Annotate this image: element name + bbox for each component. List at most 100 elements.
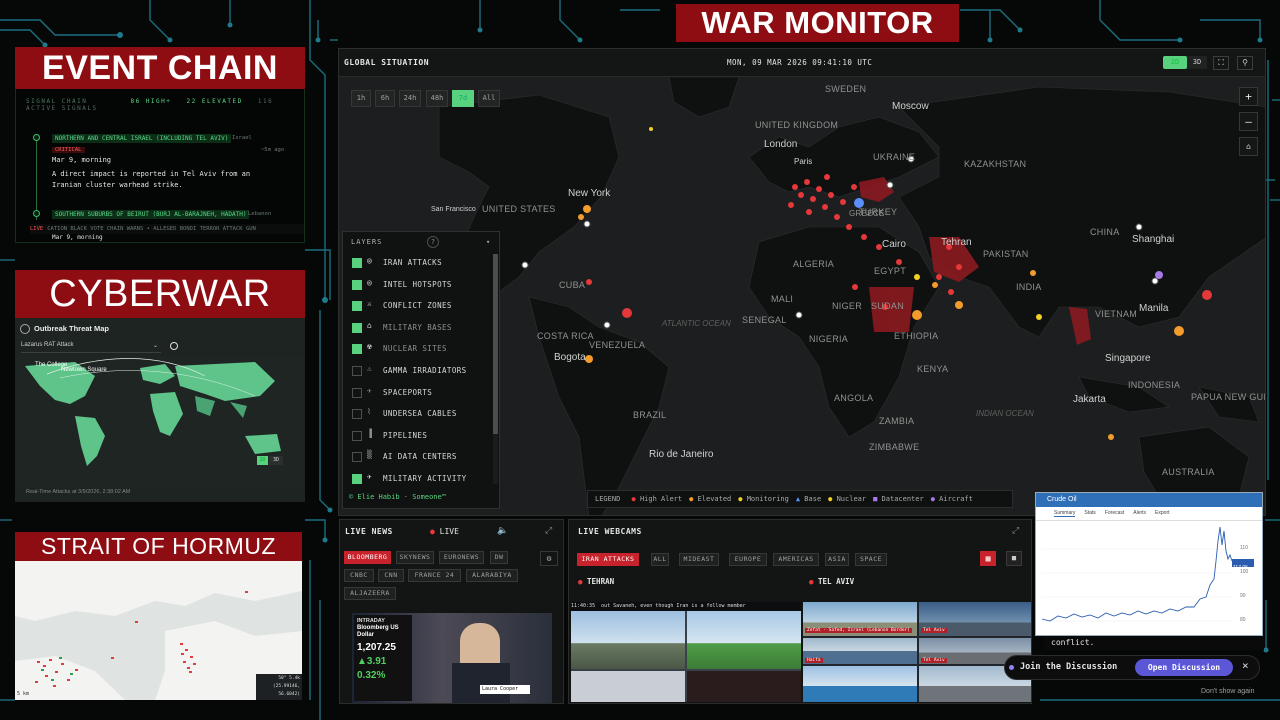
zoom-out-button[interactable]: – [1239, 112, 1258, 131]
fullscreen-icon[interactable]: ⛶ [1213, 56, 1229, 70]
news-channel-chip[interactable]: EURONEWS [439, 551, 484, 564]
crude-oil-widget[interactable]: Crude Oil Summary Stats Forecast Alerts Expo… [1035, 492, 1263, 636]
webcam-filter-chip[interactable]: EUROPE [729, 553, 767, 566]
webcam-tile [687, 671, 801, 702]
city-label: Rio de Janeiro [649, 449, 714, 460]
attack-type-dropdown[interactable]: Lazarus RAT Attack ⌄ [21, 342, 161, 353]
webcam-filter-chip[interactable]: SPACE [855, 553, 887, 566]
cyber-2d-toggle[interactable]: 2D [257, 456, 268, 465]
legend-label: High Alert [639, 495, 683, 503]
country-label: UKRAINE [873, 152, 916, 162]
event-location[interactable]: NORTHERN AND CENTRAL ISRAEL (INCLUDING T… [52, 134, 232, 143]
country-label: SENEGAL [742, 315, 787, 325]
live-indicator: ● LIVE [430, 527, 459, 536]
legend-label: Elevated [697, 495, 732, 503]
threat-map-title: Outbreak Threat Map [34, 324, 110, 333]
ocean-label: INDIAN OCEAN [976, 409, 1034, 418]
high-count: 86 HIGH+ [130, 98, 172, 105]
legend-label: Datacenter [881, 495, 924, 503]
zoom-in-button[interactable]: + [1239, 87, 1258, 106]
crude-tab[interactable]: Export [1155, 510, 1169, 516]
crude-tab[interactable]: Stats [1084, 510, 1095, 516]
time-filter-48h[interactable]: 48h [426, 90, 448, 107]
layer-checkbox[interactable] [352, 387, 362, 398]
time-filter-7d[interactable]: 7d [452, 90, 474, 107]
time-filter-1h[interactable]: 1h [351, 90, 371, 107]
layer-checkbox[interactable] [352, 322, 362, 333]
event-country: Israel [232, 135, 252, 141]
layers-scrollbar[interactable] [493, 254, 498, 484]
webcam-filter-chip[interactable]: ASIA [825, 553, 849, 566]
cyber-3d-toggle[interactable]: 3D [269, 456, 283, 465]
webcam-filter-chip[interactable]: ALL [651, 553, 669, 566]
single-view-icon[interactable]: ■ [1006, 551, 1022, 566]
layer-checkbox[interactable] [352, 452, 362, 463]
view-3d-toggle[interactable]: 3D [1187, 56, 1207, 69]
legend-swatch-icon: ● [631, 495, 636, 503]
webcam-tile [687, 611, 801, 669]
country-label: EGYPT [874, 266, 907, 276]
webcam-tile [803, 666, 917, 702]
webcam-tile [571, 671, 685, 702]
collapse-chevron-icon[interactable]: ▾ [486, 238, 490, 246]
ocean-label: ATLANTIC OCEAN [662, 319, 731, 328]
time-filter-all[interactable]: All [478, 90, 500, 107]
map-credit: © Elie Habib · Someone™ [349, 493, 446, 501]
news-channel-chip[interactable]: CNN [378, 569, 404, 582]
help-icon[interactable]: ? [427, 236, 439, 248]
crude-tab[interactable]: Summary [1054, 510, 1076, 517]
country-label: NIGER [832, 301, 863, 311]
settings-gear-icon[interactable]: ⚙ [540, 551, 558, 566]
legend-item: ● Monitoring [738, 495, 789, 503]
news-channel-chip[interactable]: BLOOMBERG [344, 551, 391, 564]
crude-tab[interactable]: Forecast [1105, 510, 1124, 516]
tel-aviv-webcam-grid[interactable]: Zefat - Safed, Israel (Lebanon Border) T… [803, 602, 1031, 702]
news-channel-chip[interactable]: FRANCE 24 [408, 569, 461, 582]
index-value: 1,207.25 [357, 642, 396, 653]
hormuz-ship-map[interactable]: 5 km 50° 5.4k (25.99146, 56.6042) [15, 561, 302, 700]
news-ticker[interactable]: LIVE CATION BLACK VOTE CHAIN WARNS • ALLE… [30, 224, 304, 234]
event-location[interactable]: SOUTHERN SUBURBS OF BEIRUT (BURJ AL-BARA… [52, 210, 250, 219]
time-filter-6h[interactable]: 6h [375, 90, 395, 107]
webcam-filter-chip[interactable]: MIDEAST [679, 553, 719, 566]
cam-label-tehran: ● TEHRAN [578, 577, 614, 586]
layer-checkbox[interactable] [352, 366, 362, 376]
pin-icon[interactable]: ⚲ [1237, 56, 1253, 70]
news-channel-chip[interactable]: ALARABIYA [466, 569, 518, 582]
tehran-webcam-feed[interactable]: 11:40:35 out Savaneh, even though Iran i… [571, 602, 801, 702]
news-channel-chip[interactable]: CNBC [344, 569, 374, 582]
expand-icon[interactable]: ⤢ [545, 526, 552, 536]
signal-chain-header: SIGNAL CHAIN 86 HIGH+ 22 ELEVATED 116 AC… [26, 98, 306, 112]
hormuz-banner: STRAIT OF HORMUZ [15, 532, 302, 561]
status-dot-icon [1009, 665, 1014, 670]
layer-checkbox[interactable] [352, 430, 362, 441]
country-label: PAPUA NEW GUINEA [1191, 392, 1266, 402]
layer-checkbox[interactable] [352, 344, 362, 355]
open-discussion-button[interactable]: Open Discussion [1135, 659, 1233, 676]
time-filter-24h[interactable]: 24h [399, 90, 421, 107]
layer-checkbox[interactable] [352, 301, 362, 312]
layer-checkbox[interactable] [352, 279, 362, 290]
crude-tab[interactable]: Alerts [1133, 510, 1146, 516]
grid-view-icon[interactable]: ▦ [980, 551, 996, 566]
mute-icon[interactable]: 🔈 [497, 526, 508, 536]
reset-view-icon[interactable]: ⌂ [1239, 137, 1258, 156]
webcam-filter-chip[interactable]: IRAN ATTACKS [577, 553, 639, 566]
legend-swatch-icon: ● [930, 495, 935, 503]
news-video[interactable]: INTRADAY Bloomberg US Dollar 1,207.25 ▲3… [352, 613, 552, 703]
layer-checkbox[interactable] [352, 474, 362, 484]
info-icon[interactable] [170, 342, 178, 350]
layer-checkbox[interactable] [352, 409, 362, 420]
close-icon[interactable]: × [1242, 659, 1249, 672]
expand-icon[interactable]: ⤢ [1012, 526, 1019, 536]
country-label: PAKISTAN [983, 249, 1029, 259]
dont-show-again-link[interactable]: Don't show again [1201, 688, 1254, 695]
news-channel-chip[interactable]: ALJAZEERA [344, 587, 396, 600]
layer-checkbox[interactable] [352, 258, 362, 268]
view-2d-toggle[interactable]: 2D [1163, 56, 1187, 69]
news-channel-chip[interactable]: DW [490, 551, 508, 564]
globe-icon [20, 324, 30, 334]
layer-icon: ◎ [367, 277, 373, 287]
webcam-filter-chip[interactable]: AMERICAS [773, 553, 819, 566]
news-channel-chip[interactable]: SKYNEWS [396, 551, 434, 564]
